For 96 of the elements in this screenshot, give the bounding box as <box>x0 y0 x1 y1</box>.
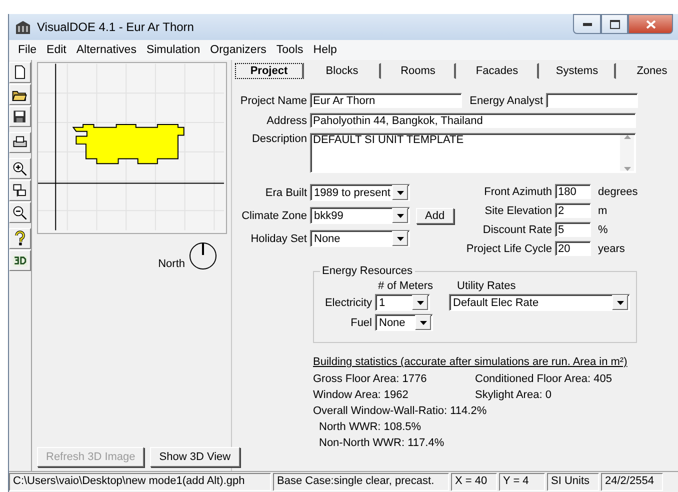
compass-icon <box>189 242 217 270</box>
menu-item[interactable]: Help <box>308 44 342 56</box>
menu-item[interactable]: Organizers <box>205 44 272 56</box>
input-field[interactable]: 180 <box>555 184 591 199</box>
close-button[interactable] <box>628 14 673 34</box>
field-label: Holiday Set <box>250 232 307 244</box>
scrollbar[interactable] <box>620 135 634 171</box>
statistic: Window Area: 1962 <box>313 389 410 401</box>
dropdown[interactable]: 1 <box>375 294 430 311</box>
tool-button[interactable] <box>9 180 31 201</box>
tab[interactable]: Facades <box>456 63 539 79</box>
input-field[interactable]: Eur Ar Thorn <box>310 93 462 108</box>
status-field: Base Case:single clear, precast. <box>273 473 449 491</box>
tool-button[interactable] <box>9 202 31 223</box>
field-label: Discount Rate <box>482 224 552 236</box>
menu-item[interactable]: Tools <box>271 44 308 56</box>
status-field: 24/2/2554 <box>601 473 663 491</box>
caret-icon <box>396 214 404 218</box>
close-icon <box>646 20 656 28</box>
scroll-up-icon <box>624 135 630 139</box>
menu-item[interactable]: Simulation <box>141 44 206 56</box>
zoom-out-icon <box>11 204 29 222</box>
tool-button[interactable] <box>9 158 31 179</box>
tab[interactable]: Rooms <box>381 63 456 79</box>
tool-button[interactable] <box>9 250 31 271</box>
dropdown[interactable]: Default Elec Rate <box>449 294 630 311</box>
group-title: Energy Resources <box>320 265 414 277</box>
unit-label: degrees <box>598 186 638 198</box>
maximize-button[interactable] <box>601 14 628 34</box>
tool-button[interactable] <box>9 228 31 249</box>
field-label: Front Azimuth <box>483 186 552 198</box>
field-label: Project Name <box>239 94 307 106</box>
statistic: Gross Floor Area: 1776 <box>313 373 428 385</box>
unit-label: m <box>598 204 608 216</box>
field-label: Site Elevation <box>484 204 552 216</box>
dropdown[interactable]: None <box>375 314 433 331</box>
status-field: Y = 4 <box>499 473 545 491</box>
column-header: Utility Rates <box>457 280 516 292</box>
statistic: North WWR: 108.5% <box>319 421 422 433</box>
north-label: North <box>158 258 185 270</box>
minimize-icon <box>582 22 592 26</box>
window-title: VisualDOE 4.1 - Eur Ar Thorn <box>37 20 194 34</box>
app-icon <box>15 20 31 34</box>
pan-icon <box>11 182 29 200</box>
tab[interactable]: Zones <box>616 63 678 79</box>
text-area[interactable]: DEFAULT SI UNIT TEMPLATE <box>310 133 636 173</box>
dropdown[interactable]: bkk99 <box>310 207 410 224</box>
field-label: Fuel <box>350 316 372 328</box>
caret-icon <box>396 190 404 194</box>
zoom-in-icon <box>11 160 29 178</box>
dropdown[interactable]: 1989 to present <box>310 184 410 201</box>
field-label: Electricity <box>324 296 372 308</box>
maximize-icon <box>610 20 620 28</box>
caret-icon <box>416 300 424 304</box>
caret-icon <box>396 236 404 240</box>
tab[interactable]: Blocks <box>304 63 381 79</box>
status-field: C:\Users\vaio\Desktop\new mode1(add Alt).gph <box>9 473 271 491</box>
status-field: SI Units <box>547 473 599 491</box>
menu-item[interactable]: Edit <box>42 44 72 56</box>
input-field[interactable]: Paholyothin 44, Bangkok, Thailand <box>310 113 636 128</box>
statistic: Non-North WWR: 117.4% <box>319 437 444 449</box>
field-label: Description <box>250 133 307 145</box>
plan-button[interactable]: Show 3D View <box>150 447 240 467</box>
field-label: Address <box>266 114 307 126</box>
input-field[interactable]: 5 <box>555 222 591 237</box>
statistic: Overall Window-Wall-Ratio: 114.2% <box>313 405 487 417</box>
tool-button[interactable] <box>9 62 31 83</box>
plan-canvas[interactable] <box>37 62 227 234</box>
scroll-down-icon <box>624 167 630 171</box>
tool-button[interactable] <box>9 84 31 105</box>
caret-icon <box>616 300 624 304</box>
menu-item[interactable]: File <box>13 44 42 56</box>
field-label: Project Life Cycle <box>465 242 552 254</box>
add-button[interactable]: Add <box>416 208 454 224</box>
unit-label: % <box>598 224 608 236</box>
statistic: Skylight Area: 0 <box>475 389 552 401</box>
dropdown[interactable]: None <box>310 230 410 247</box>
field-label: Climate Zone <box>240 210 307 222</box>
menu-item[interactable]: Alternatives <box>71 44 142 56</box>
building-footprint[interactable] <box>72 124 184 164</box>
status-field: X = 40 <box>451 473 497 491</box>
field-label: Energy Analyst <box>468 94 543 106</box>
tab[interactable]: Project <box>235 63 304 79</box>
caret-icon <box>420 320 426 324</box>
column-header: # of Meters <box>378 280 434 292</box>
input-field[interactable] <box>546 93 638 108</box>
minimize-button[interactable] <box>573 14 601 34</box>
tool-button[interactable] <box>9 106 31 127</box>
statistic: Conditioned Floor Area: 405 <box>475 373 613 385</box>
statistics-heading: Building statistics (accurate after simulations are run. Area in m²) <box>313 356 628 369</box>
input-field[interactable]: 2 <box>555 203 591 218</box>
tool-button[interactable] <box>9 132 31 153</box>
input-field[interactable]: 20 <box>555 241 591 256</box>
unit-label: years <box>598 242 625 254</box>
field-label: Era Built <box>264 186 307 198</box>
tab[interactable]: Systems <box>539 63 616 79</box>
